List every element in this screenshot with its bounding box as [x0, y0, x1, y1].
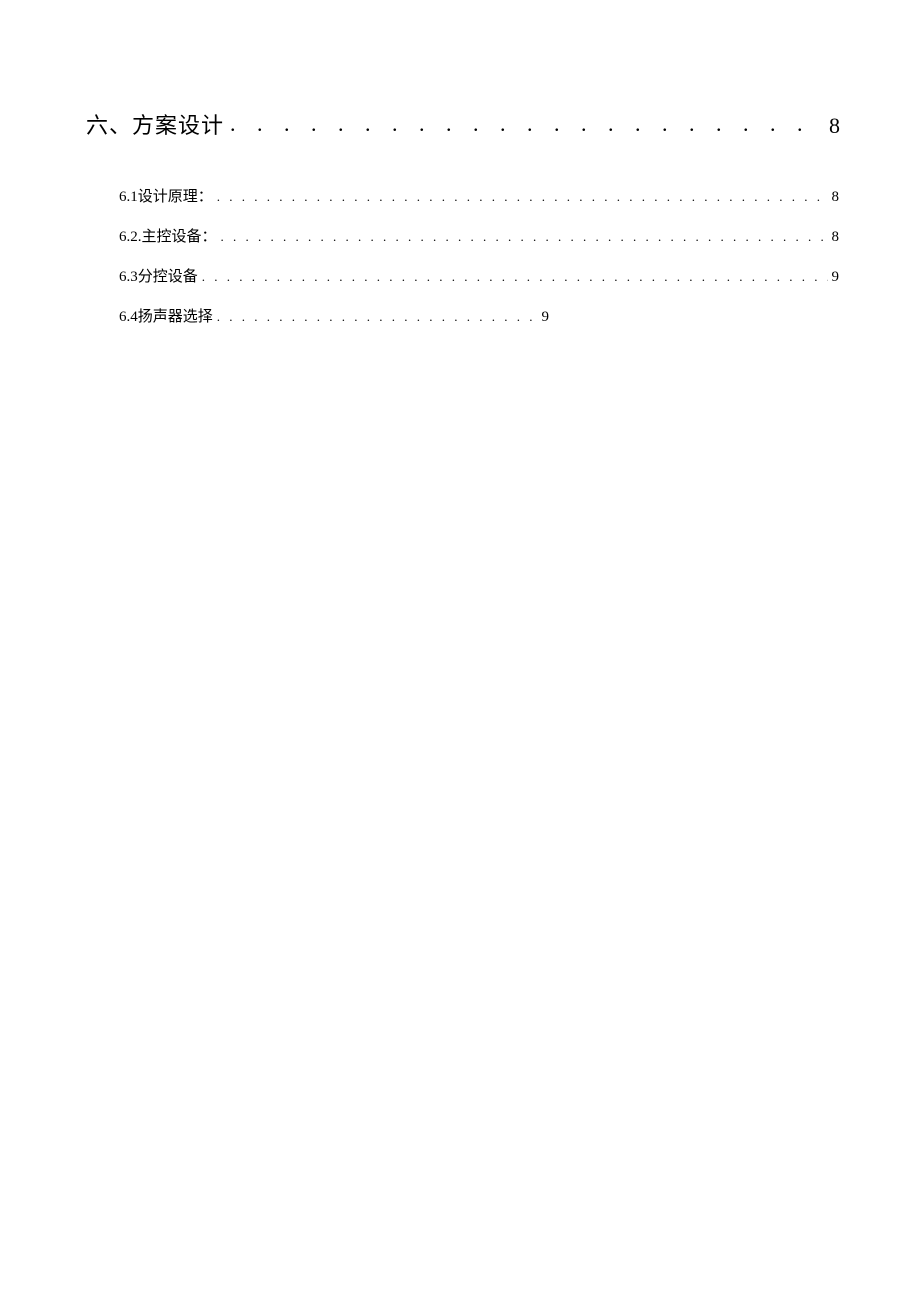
toc-sub-leader: . . . . . . . . . . . . . . . . . . . . … — [221, 229, 828, 245]
toc-sub-title: 6.1设计原理： — [119, 185, 213, 206]
toc-sub-title: 6.4扬声器选择 — [119, 305, 213, 326]
toc-sub-page: 9 — [542, 309, 550, 326]
toc-sub-entry: 6.2.主控设备： . . . . . . . . . . . . . . . … — [119, 225, 839, 246]
toc-main-page: 8 — [829, 113, 840, 139]
toc-sub-leader: . . . . . . . . . . . . . . . . . . . . … — [202, 269, 828, 285]
toc-main-title: 六、方案设计 — [86, 108, 224, 140]
toc-sub-title: 6.3分控设备 — [119, 265, 198, 286]
toc-sub-entry: 6.4扬声器选择 . . . . . . . . . . . . . . . .… — [119, 305, 549, 326]
toc-sub-title: 6.2.主控设备： — [119, 225, 217, 246]
toc-sub-entry: 6.3分控设备 . . . . . . . . . . . . . . . . … — [119, 265, 839, 286]
toc-sub-entry: 6.1设计原理： . . . . . . . . . . . . . . . .… — [119, 185, 839, 206]
toc-sub-page: 8 — [832, 189, 840, 206]
toc-sub-page: 8 — [832, 229, 840, 246]
toc-sub-leader: . . . . . . . . . . . . . . . . . . . . … — [217, 309, 538, 325]
toc-sub-leader: . . . . . . . . . . . . . . . . . . . . … — [217, 189, 828, 205]
toc-sub-page: 9 — [832, 269, 840, 286]
toc-main-entry: 六、方案设计 . . . . . . . . . . . . . . . . .… — [86, 108, 840, 140]
toc-main-leader: . . . . . . . . . . . . . . . . . . . . … — [230, 111, 823, 137]
